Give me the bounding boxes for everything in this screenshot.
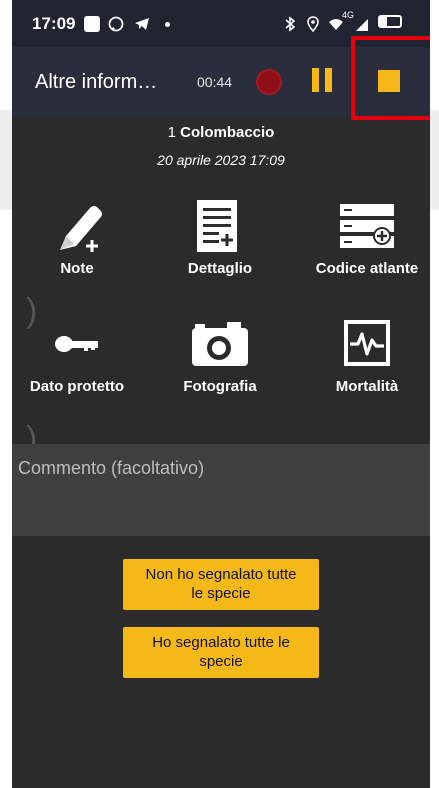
telegram-icon (135, 18, 149, 30)
all-species-button[interactable]: Ho segnalato tutte le specie (123, 627, 319, 678)
tile-codice-atlante-label: Codice atlante (315, 260, 419, 277)
tile-mortalita[interactable]: Mortalità (302, 316, 430, 416)
pause-icon-bar-left (312, 68, 319, 92)
bluetooth-icon (285, 16, 296, 32)
tile-note-label: Note (60, 260, 94, 277)
app-title: Altre inform… (35, 71, 158, 93)
battery-icon (378, 15, 402, 28)
all-species-line1: Ho segnalato tutte le (152, 634, 290, 651)
phone-screen: 17:09 4G Altre inform… 00:44 1 Colombacc… (12, 0, 430, 788)
document-plus-icon (197, 200, 237, 252)
all-species-label: Ho segnalato tutte le specie (123, 627, 319, 671)
recording-timer: 00:44 (197, 74, 233, 90)
dot-icon (165, 22, 170, 27)
tile-note[interactable]: Note (12, 198, 142, 298)
status-time: 17:09 (32, 14, 76, 33)
species-count: 1 (167, 124, 176, 141)
network-label: 4G (342, 10, 355, 20)
tile-fotografia-label: Fotografia (183, 378, 257, 395)
square-icon (84, 16, 100, 32)
comment-placeholder: Commento (facoltativo) (18, 458, 205, 478)
camera-icon (192, 322, 248, 366)
highlight-box (351, 36, 430, 120)
tile-mortalita-label: Mortalità (335, 378, 399, 395)
whatsapp-icon (108, 16, 124, 32)
tile-fotografia[interactable]: Fotografia (155, 316, 285, 416)
heartbeat-icon (344, 320, 390, 366)
signal-icon (356, 19, 368, 31)
not-all-species-button[interactable]: Non ho segnalato tutte le specie (123, 559, 319, 610)
list-plus-icon (340, 204, 394, 248)
tile-dettaglio[interactable]: Dettaglio (155, 198, 285, 298)
background-strip-right (430, 110, 439, 210)
decorative-paren-1: ) (26, 292, 38, 330)
not-all-species-line1: Non ho segnalato tutte (145, 566, 297, 583)
not-all-species-line2: le specie (191, 585, 251, 602)
pause-icon-bar-right (325, 68, 332, 92)
tile-dettaglio-label: Dettaglio (187, 260, 253, 277)
all-species-line2: specie (199, 653, 243, 670)
species-name: Colombaccio (180, 124, 275, 141)
observation-date: 20 aprile 2023 17:09 (157, 152, 285, 168)
background-strip-left (0, 110, 12, 210)
tile-dato-protetto[interactable]: Dato protetto (12, 316, 142, 416)
comment-field[interactable]: Commento (facoltativo) (12, 444, 430, 536)
tile-codice-atlante[interactable]: Codice atlante (302, 198, 430, 298)
pencil-plus-icon (60, 206, 102, 252)
tile-dato-protetto-label: Dato protetto (29, 378, 125, 395)
pause-button[interactable] (312, 68, 334, 92)
location-icon (307, 16, 319, 32)
record-indicator (256, 69, 282, 95)
not-all-species-label: Non ho segnalato tutte le specie (123, 559, 319, 603)
species-line: 1 Colombaccio (12, 124, 430, 141)
